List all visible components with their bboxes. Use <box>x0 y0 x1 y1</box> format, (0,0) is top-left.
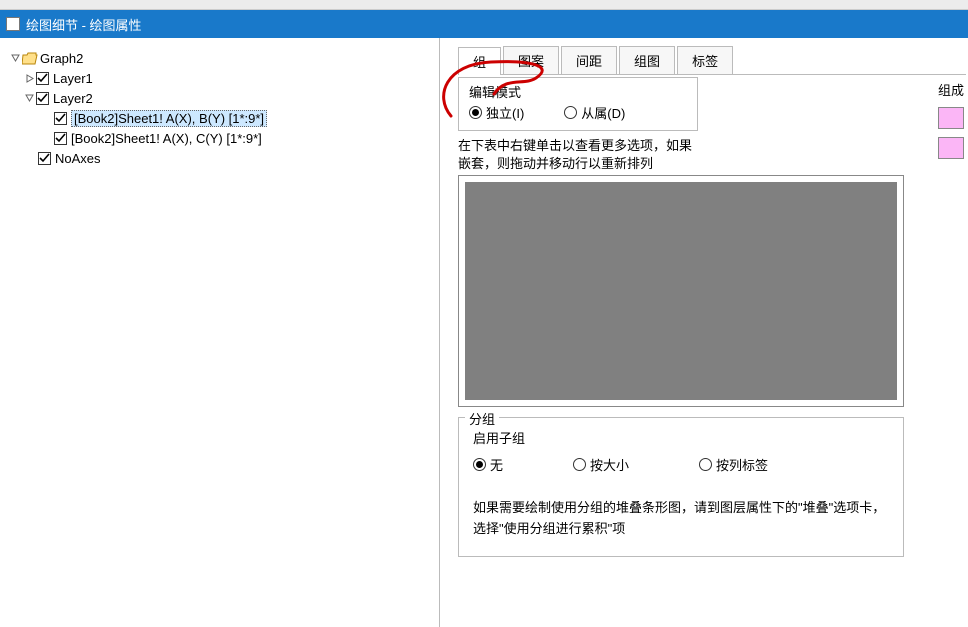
tree-noaxes-row[interactable]: NoAxes <box>8 148 431 168</box>
subgroup-fieldset: 分组 启用子组 无 按大小 按列标签 如果需要绘制使用分组的堆叠条形图，请到图层… <box>458 417 904 557</box>
menubar <box>0 0 968 10</box>
radio-independent[interactable]: 独立(I) <box>469 103 524 122</box>
tree-root-label: Graph2 <box>40 51 83 66</box>
radio-independent-label: 独立(I) <box>486 103 524 122</box>
radio-icon <box>699 458 712 471</box>
radio-icon <box>564 106 577 119</box>
tree-root-row[interactable]: Graph2 <box>8 48 431 68</box>
tab-bar: 组 图案 间距 组图 标签 <box>458 46 966 75</box>
checkbox-item2[interactable] <box>54 132 67 145</box>
tab-group-graph[interactable]: 组图 <box>619 46 675 74</box>
collapse-icon[interactable] <box>22 94 36 103</box>
checkbox-noaxes[interactable] <box>38 152 51 165</box>
radio-icon <box>573 458 586 471</box>
member-swatch-1[interactable] <box>938 107 964 129</box>
radio-dependent-label: 从属(D) <box>581 103 625 122</box>
checkbox-layer2[interactable] <box>36 92 49 105</box>
folder-open-icon <box>22 52 38 65</box>
tree-item1-row[interactable]: [Book2]Sheet1! A(X), B(Y) [1*:9*] <box>8 108 431 128</box>
options-list[interactable] <box>465 182 897 400</box>
window-title: 绘图细节 - 绘图属性 <box>26 15 142 34</box>
tree-item2-row[interactable]: [Book2]Sheet1! A(X), C(Y) [1*:9*] <box>8 128 431 148</box>
tab-label[interactable]: 标签 <box>677 46 733 74</box>
hint-text: 在下表中右键单击以查看更多选项，如果 嵌套，则拖动并移动行以重新排列 <box>458 137 966 173</box>
checkbox-item1[interactable] <box>54 112 67 125</box>
tree-layer1-label: Layer1 <box>53 71 93 86</box>
radio-by-col-label[interactable]: 按列标签 <box>699 455 768 474</box>
tree-panel: Graph2 Layer1 Layer2 <box>0 38 440 627</box>
member-swatch-2[interactable] <box>938 137 964 159</box>
expand-icon[interactable] <box>22 74 36 83</box>
subgroup-legend: 分组 <box>465 409 499 428</box>
stack-note: 如果需要绘制使用分组的堆叠条形图，请到图层属性下的"堆叠"选项卡，选择"使用分组… <box>473 498 889 540</box>
checkbox-layer1[interactable] <box>36 72 49 85</box>
hint-line2: 嵌套，则拖动并移动行以重新排列 <box>458 155 966 173</box>
tree-item1-label: [Book2]Sheet1! A(X), B(Y) [1*:9*] <box>71 110 267 127</box>
options-list-frame <box>458 175 904 407</box>
titlebar: 绘图细节 - 绘图属性 <box>0 10 968 38</box>
radio-icon <box>469 106 482 119</box>
tab-spacing[interactable]: 间距 <box>561 46 617 74</box>
properties-panel: 组 图案 间距 组图 标签 编辑模式 独立(I) 从属(D) 在下表中右键单击以… <box>440 38 968 627</box>
radio-icon <box>473 458 486 471</box>
enable-subgroup-label: 启用子组 <box>473 428 889 447</box>
radio-dependent[interactable]: 从属(D) <box>564 103 625 122</box>
edit-mode-fieldset: 编辑模式 独立(I) 从属(D) <box>458 77 698 131</box>
tab-group[interactable]: 组 <box>458 47 501 75</box>
collapse-icon[interactable] <box>8 54 22 63</box>
member-strip: 组成 <box>938 80 968 159</box>
hint-line1: 在下表中右键单击以查看更多选项，如果 <box>458 137 966 155</box>
radio-none-label: 无 <box>490 455 503 474</box>
radio-by-col-label-label: 按列标签 <box>716 455 768 474</box>
tree-item2-label: [Book2]Sheet1! A(X), C(Y) [1*:9*] <box>71 131 262 146</box>
radio-by-size-label: 按大小 <box>590 455 629 474</box>
member-title: 组成 <box>938 80 968 99</box>
edit-mode-legend: 编辑模式 <box>465 82 525 101</box>
radio-by-size[interactable]: 按大小 <box>573 455 629 474</box>
app-icon <box>6 17 20 31</box>
radio-none[interactable]: 无 <box>473 455 503 474</box>
tab-pattern[interactable]: 图案 <box>503 46 559 74</box>
tree-layer1-row[interactable]: Layer1 <box>8 68 431 88</box>
tree-noaxes-label: NoAxes <box>55 151 101 166</box>
tree-layer2-label: Layer2 <box>53 91 93 106</box>
tree-layer2-row[interactable]: Layer2 <box>8 88 431 108</box>
